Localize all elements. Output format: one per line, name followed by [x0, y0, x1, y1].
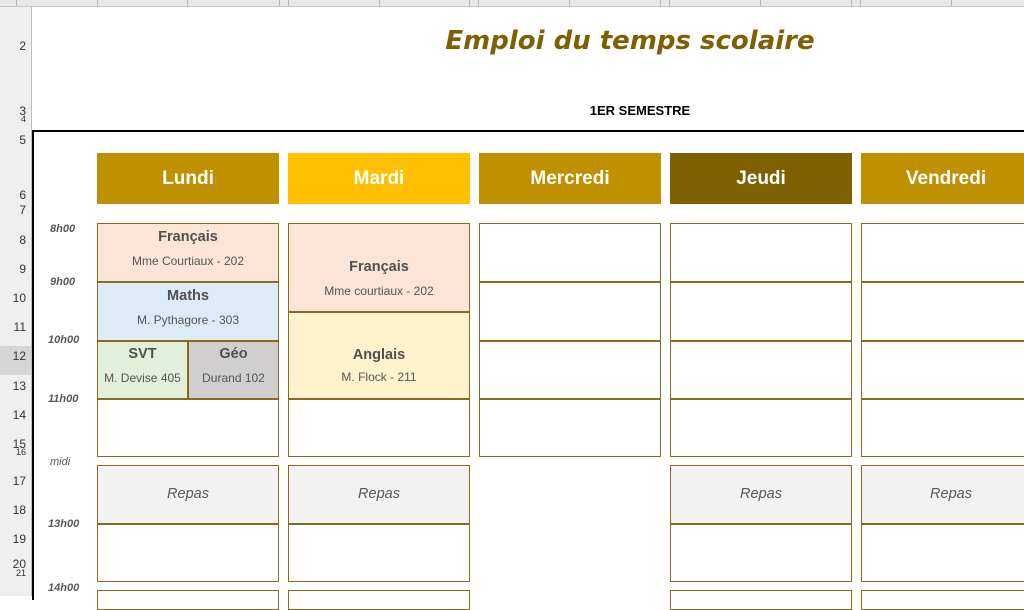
- teacher-label: Mme courtiaux - 202: [324, 284, 434, 298]
- column-header-p[interactable]: P: [994, 0, 1001, 3]
- mardi-empty-cell[interactable]: [288, 399, 470, 457]
- row-header-11[interactable]: 11: [0, 321, 26, 334]
- row-header-13[interactable]: 13: [0, 380, 26, 393]
- lundi-afternoon-cell-2[interactable]: [97, 590, 279, 610]
- row-header-7[interactable]: 7: [0, 204, 26, 217]
- row-header-4[interactable]: 4: [0, 113, 26, 126]
- mardi-afternoon-cell[interactable]: [288, 524, 470, 582]
- vendredi-cell-3[interactable]: [861, 341, 1024, 399]
- row-header-8[interactable]: 8: [0, 234, 26, 247]
- mercredi-cell-1[interactable]: [479, 223, 661, 282]
- row-header-21[interactable]: 21: [0, 567, 26, 580]
- mardi-francais-cell[interactable]: Français Mme courtiaux - 202: [288, 223, 470, 312]
- column-header-f[interactable]: F: [330, 0, 337, 3]
- jeudi-cell-4[interactable]: [670, 399, 852, 457]
- jeudi-cell-1[interactable]: [670, 223, 852, 282]
- subject-label: Maths: [167, 288, 209, 304]
- time-label-11h00: 11h00: [48, 393, 79, 405]
- vendredi-afternoon-cell[interactable]: [861, 524, 1024, 582]
- vendredi-repas-cell[interactable]: Repas: [861, 465, 1024, 524]
- row-header-16[interactable]: 16: [0, 446, 26, 459]
- mercredi-cell-2[interactable]: [479, 282, 661, 341]
- row-header-19[interactable]: 19: [0, 533, 26, 546]
- repas-label: Repas: [358, 486, 400, 502]
- repas-label: Repas: [167, 486, 209, 502]
- mercredi-cell-4[interactable]: [479, 399, 661, 457]
- row-header-5[interactable]: 5: [0, 134, 26, 147]
- mardi-afternoon-cell-2[interactable]: [288, 590, 470, 610]
- lundi-empty-cell[interactable]: [97, 399, 279, 457]
- time-label-9h00: 9h00: [50, 276, 76, 288]
- column-header-g[interactable]: G: [422, 0, 431, 3]
- time-label-midi: midi: [50, 456, 71, 468]
- mercredi-cell-3[interactable]: [479, 341, 661, 399]
- lundi-afternoon-cell[interactable]: [97, 524, 279, 582]
- teacher-label: M. Flock - 211: [341, 370, 417, 384]
- subject-label: Géo: [219, 346, 248, 362]
- day-header-mercredi[interactable]: Mercredi: [479, 153, 661, 204]
- column-header-o[interactable]: O: [902, 0, 911, 3]
- column-header-bar: A B C D E F G H I J K L M N O P: [0, 0, 1024, 7]
- column-header-i[interactable]: I: [520, 0, 523, 3]
- row-header-14[interactable]: 14: [0, 409, 26, 422]
- column-header-l[interactable]: L: [712, 0, 718, 3]
- column-header-b[interactable]: B: [64, 0, 71, 3]
- day-header-vendredi[interactable]: Vendredi: [861, 153, 1024, 204]
- vendredi-cell-1[interactable]: [861, 223, 1024, 282]
- mardi-anglais-cell[interactable]: Anglais M. Flock - 211: [288, 312, 470, 399]
- lundi-maths-cell[interactable]: Maths M. Pythagore - 303: [97, 282, 279, 341]
- subject-label: Français: [349, 259, 409, 275]
- jeudi-cell-2[interactable]: [670, 282, 852, 341]
- day-header-lundi[interactable]: Lundi: [97, 153, 279, 204]
- teacher-label: Mme Courtiaux - 202: [131, 254, 245, 268]
- jeudi-afternoon-cell-2[interactable]: [670, 590, 852, 610]
- lundi-repas-cell[interactable]: Repas: [97, 465, 279, 524]
- jeudi-cell-3[interactable]: [670, 341, 852, 399]
- jeudi-afternoon-cell[interactable]: [670, 524, 852, 582]
- row-header-12[interactable]: 12: [0, 350, 26, 363]
- row-header-17[interactable]: 17: [0, 475, 26, 488]
- column-header-a[interactable]: A: [4, 0, 11, 3]
- subject-label: Français: [158, 229, 218, 245]
- column-header-m[interactable]: M: [803, 0, 812, 3]
- vendredi-cell-4[interactable]: [861, 399, 1024, 457]
- repas-label: Repas: [740, 486, 782, 502]
- lundi-geo-cell[interactable]: Géo Durand 102: [188, 341, 279, 399]
- subject-label: SVT: [128, 346, 157, 362]
- time-label-14h00: 14h00: [48, 582, 80, 594]
- row-header-bar: 2 3 4 5 6 7 8 9 10 11 12 13 14 15 16 17 …: [0, 7, 32, 596]
- time-label-10h00: 10h00: [48, 334, 80, 346]
- row-header-9[interactable]: 9: [0, 263, 26, 276]
- time-label-8h00: 8h00: [50, 223, 76, 235]
- column-header-d[interactable]: D: [232, 0, 240, 3]
- lundi-svt-cell[interactable]: SVT M. Devise 405: [97, 341, 188, 399]
- teacher-label: M. Devise 405: [104, 371, 181, 385]
- column-header-j[interactable]: J: [614, 0, 620, 3]
- jeudi-repas-cell[interactable]: Repas: [670, 465, 852, 524]
- vendredi-afternoon-cell-2[interactable]: [861, 590, 1024, 610]
- row-header-10[interactable]: 10: [0, 292, 26, 305]
- subject-label: Anglais: [352, 347, 406, 363]
- day-header-mardi[interactable]: Mardi: [288, 153, 470, 204]
- teacher-label: Durand 102: [202, 371, 265, 385]
- repas-label: Repas: [930, 486, 972, 502]
- row-header-6[interactable]: 6: [0, 189, 26, 202]
- vendredi-cell-2[interactable]: [861, 282, 1024, 341]
- mardi-repas-cell[interactable]: Repas: [288, 465, 470, 524]
- row-header-2[interactable]: 2: [0, 40, 26, 53]
- lundi-francais-cell[interactable]: Français Mme Courtiaux - 202: [97, 223, 279, 282]
- time-label-13h00: 13h00: [48, 518, 80, 530]
- column-header-c[interactable]: C: [138, 0, 146, 3]
- semester-label: 1ER SEMESTRE: [589, 103, 691, 118]
- page-title: Emploi du temps scolaire: [445, 26, 815, 56]
- day-header-jeudi[interactable]: Jeudi: [670, 153, 852, 204]
- teacher-label: M. Pythagore - 303: [136, 313, 240, 327]
- row-header-18[interactable]: 18: [0, 504, 26, 517]
